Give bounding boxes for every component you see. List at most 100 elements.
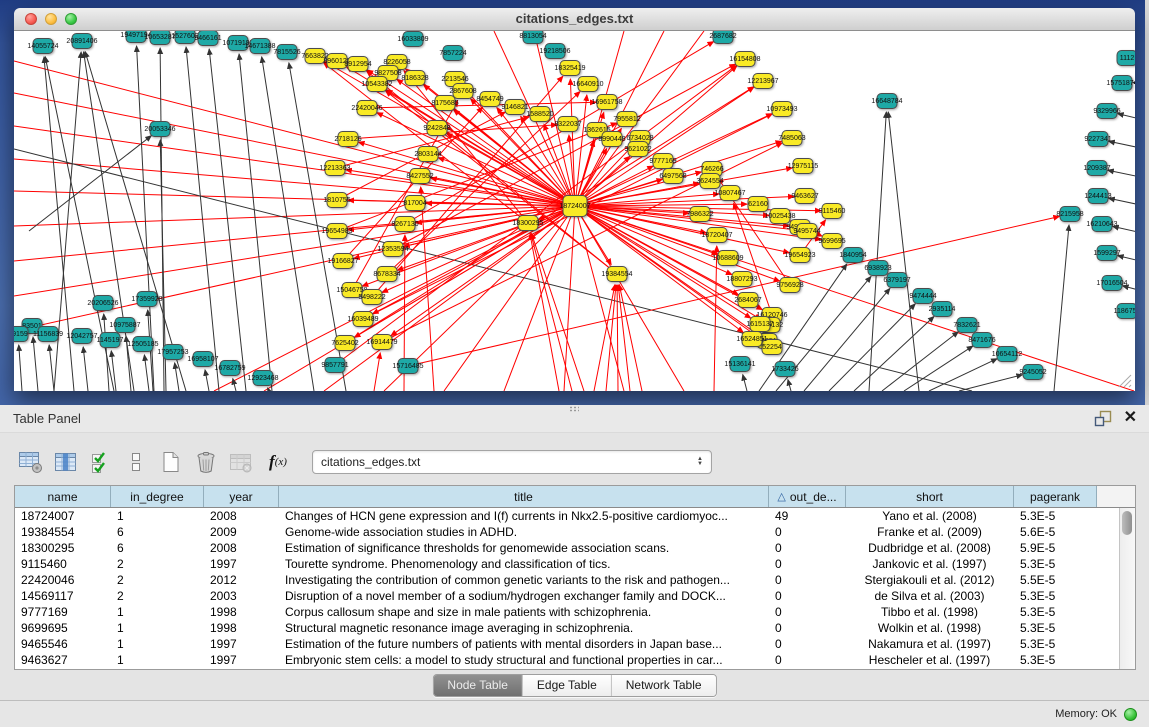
graph-node[interactable]: 2684067 — [738, 292, 759, 308]
table-cell[interactable]: 19384554 — [15, 524, 111, 540]
graph-node[interactable]: 7815526 — [277, 44, 298, 60]
graph-node[interactable]: 19218506 — [545, 43, 566, 59]
graph-node[interactable]: 39159 — [14, 326, 29, 342]
table-cell[interactable]: Embryonic stem cells: a model to study s… — [279, 652, 769, 668]
graph-node[interactable]: 15046758 — [342, 282, 363, 298]
graph-node[interactable]: 8186328 — [405, 70, 426, 86]
graph-node[interactable]: 16648784 — [877, 93, 898, 109]
graph-node[interactable]: 62160 — [748, 196, 769, 212]
column-header-name[interactable]: name — [15, 486, 111, 507]
graph-node[interactable]: 9777169 — [653, 153, 674, 169]
table-cell[interactable]: Structural magnetic resonance image aver… — [279, 620, 769, 636]
table-cell[interactable]: 5.3E-5 — [1014, 588, 1097, 604]
table-cell[interactable]: 5.3E-5 — [1014, 604, 1097, 620]
graph-node[interactable]: 14055724 — [33, 38, 54, 54]
table-cell[interactable]: 2012 — [204, 572, 279, 588]
table-cell[interactable]: 22420046 — [15, 572, 111, 588]
table-row[interactable]: 1456911722003Disruption of a novel membe… — [15, 588, 1120, 604]
table-selector-dropdown[interactable]: citations_edges.txt ▲▼ — [312, 450, 712, 474]
graph-node[interactable]: 9699695 — [822, 233, 843, 249]
graph-node[interactable]: 10688609 — [718, 250, 739, 266]
graph-node[interactable]: 9146821 — [505, 99, 526, 115]
table-cell[interactable]: 6 — [111, 540, 204, 556]
table-cell[interactable]: 2 — [111, 588, 204, 604]
graph-node[interactable]: 12505185 — [133, 336, 154, 352]
table-row[interactable]: 1938455462009Genome-wide association stu… — [15, 524, 1120, 540]
graph-node-hub[interactable]: 18724007 — [563, 195, 588, 217]
graph-node[interactable]: 817004 — [405, 195, 426, 211]
show-column-icon[interactable] — [53, 449, 79, 475]
graph-node[interactable]: 11156839 — [38, 326, 59, 342]
graph-node[interactable]: 19654923 — [790, 247, 811, 263]
table-cell[interactable]: 9463627 — [15, 652, 111, 668]
graph-node[interactable]: 8990448 — [602, 131, 623, 147]
scrollbar-thumb[interactable] — [1122, 511, 1132, 535]
graph-node[interactable]: 12213967 — [753, 73, 774, 89]
graph-node[interactable]: 1186753 — [1117, 303, 1136, 319]
graph-node[interactable]: 18807293 — [732, 271, 753, 287]
graph-node[interactable]: 17359928 — [137, 291, 158, 307]
graph-node[interactable]: 15136141 — [730, 356, 751, 372]
graph-node[interactable]: 16154808 — [735, 51, 756, 67]
graph-node[interactable]: 16039489 — [353, 311, 374, 327]
graph-node[interactable]: 19166827 — [333, 253, 354, 269]
table-cell[interactable]: Dudbridge et al. (2008) — [846, 540, 1014, 556]
graph-node[interactable]: 18325419 — [560, 60, 581, 76]
graph-node[interactable]: 15716485 — [398, 358, 419, 374]
graph-node[interactable]: 10807467 — [720, 185, 741, 201]
graph-node[interactable]: 19384554 — [607, 266, 628, 282]
graph-node[interactable]: 10025438 — [770, 208, 791, 224]
table-cell[interactable]: 1 — [111, 620, 204, 636]
table-cell[interactable]: Jankovic et al. (1997) — [846, 556, 1014, 572]
tab-network-table[interactable]: Network Table — [612, 675, 716, 696]
graph-node[interactable]: 1615137 — [750, 316, 771, 332]
graph-node[interactable]: 9621022 — [628, 141, 649, 157]
graph-node[interactable]: 6938923 — [868, 260, 889, 276]
graph-node[interactable]: 9242848 — [427, 120, 448, 136]
table-row[interactable]: 946362711997Embryonic stem cells: a mode… — [15, 652, 1120, 668]
graph-node[interactable]: 12042757 — [72, 328, 93, 344]
table-cell[interactable]: 0 — [769, 652, 846, 668]
graph-node[interactable]: 16961758 — [597, 94, 618, 110]
graph-node[interactable]: 8471676 — [972, 332, 993, 348]
graph-node[interactable]: 16782759 — [220, 360, 241, 376]
graph-node[interactable]: 1527602 — [175, 31, 196, 44]
table-cell[interactable]: 5.5E-5 — [1014, 572, 1097, 588]
table-cell[interactable]: 1998 — [204, 620, 279, 636]
table-cell[interactable]: 1997 — [204, 652, 279, 668]
table-cell[interactable]: 9115460 — [15, 556, 111, 572]
table-cell[interactable]: Estimation of significance thresholds fo… — [279, 540, 769, 556]
table-cell[interactable]: 2 — [111, 572, 204, 588]
table-cell[interactable]: 1 — [111, 652, 204, 668]
table-cell[interactable]: 2009 — [204, 524, 279, 540]
graph-node[interactable]: 1840954 — [843, 247, 864, 263]
graph-node[interactable]: 8215958 — [1060, 206, 1081, 222]
column-header-pagerank[interactable]: pagerank — [1014, 486, 1097, 507]
graph-node[interactable]: 7955812 — [617, 111, 638, 127]
table-cell[interactable]: 1998 — [204, 604, 279, 620]
table-mode-icon[interactable] — [18, 449, 44, 475]
table-cell[interactable]: 9777169 — [15, 604, 111, 620]
graph-node[interactable]: 18300295 — [518, 215, 539, 231]
graph-node[interactable]: 8427552 — [410, 168, 431, 184]
graph-node[interactable]: 10653287 — [150, 31, 171, 45]
graph-node[interactable]: 1733426 — [775, 361, 796, 377]
graph-node[interactable]: 10543382 — [367, 76, 388, 92]
graph-node[interactable]: 7986322 — [690, 206, 711, 222]
table-cell[interactable]: Stergiakouli et al. (2012) — [846, 572, 1014, 588]
graph-node[interactable]: 8813054 — [523, 31, 544, 44]
table-cell[interactable]: 0 — [769, 556, 846, 572]
table-cell[interactable]: 1997 — [204, 636, 279, 652]
graph-node[interactable]: 1599297 — [1097, 245, 1118, 261]
graph-node[interactable]: 8678334 — [377, 266, 398, 282]
graph-node[interactable]: 2718126 — [338, 131, 359, 147]
table-cell[interactable]: Nakamura et al. (1997) — [846, 636, 1014, 652]
graph-node[interactable]: 9245052 — [1023, 364, 1044, 380]
delete-table-icon[interactable] — [228, 449, 254, 475]
graph-node[interactable]: 2867608 — [453, 83, 474, 99]
table-cell[interactable]: 9699695 — [15, 620, 111, 636]
close-panel-icon[interactable]: ✕ — [1124, 409, 1137, 427]
graph-node[interactable]: 16033809 — [403, 31, 424, 47]
table-row[interactable]: 911546021997Tourette syndrome. Phenomeno… — [15, 556, 1120, 572]
column-header-short[interactable]: short — [846, 486, 1014, 507]
